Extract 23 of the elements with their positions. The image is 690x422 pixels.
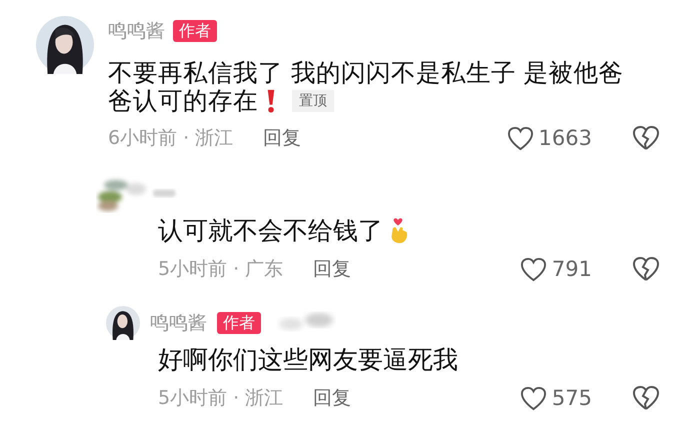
broken-heart-icon[interactable] — [632, 256, 660, 282]
like-count: 1663 — [538, 126, 592, 150]
like-count: 791 — [552, 257, 592, 281]
reply-link[interactable]: 回复 — [313, 385, 352, 411]
comment-text-line: 爸认可的存在 — [108, 87, 258, 115]
heart-icon[interactable] — [506, 126, 534, 150]
comment-meta: 6小时前 · 浙江 — [108, 126, 234, 151]
author-badge: 作者 — [217, 312, 261, 334]
broken-heart-icon[interactable] — [632, 385, 660, 411]
comment-text-line: 不要再私信我了 我的闪闪不是私生子 是被他爸 — [108, 59, 624, 87]
heart-icon[interactable] — [520, 256, 547, 282]
pinned-label: 置顶 — [292, 90, 334, 112]
reply-link[interactable]: 回复 — [263, 125, 302, 151]
heart-icon[interactable] — [520, 386, 547, 410]
reply-text: 好啊你们这些网友要逼死我 — [158, 345, 458, 375]
author-badge: 作者 — [173, 20, 217, 42]
exclamation-icon — [266, 89, 276, 113]
reply-meta: 5小时前 · 浙江 — [158, 386, 284, 411]
broken-heart-icon[interactable] — [632, 125, 660, 151]
reply-text: 认可就不会不给钱了 — [158, 216, 383, 246]
reply-link[interactable]: 回复 — [313, 256, 352, 282]
like-count: 575 — [552, 386, 592, 410]
reply-meta: 5小时前 · 广东 — [158, 257, 284, 282]
